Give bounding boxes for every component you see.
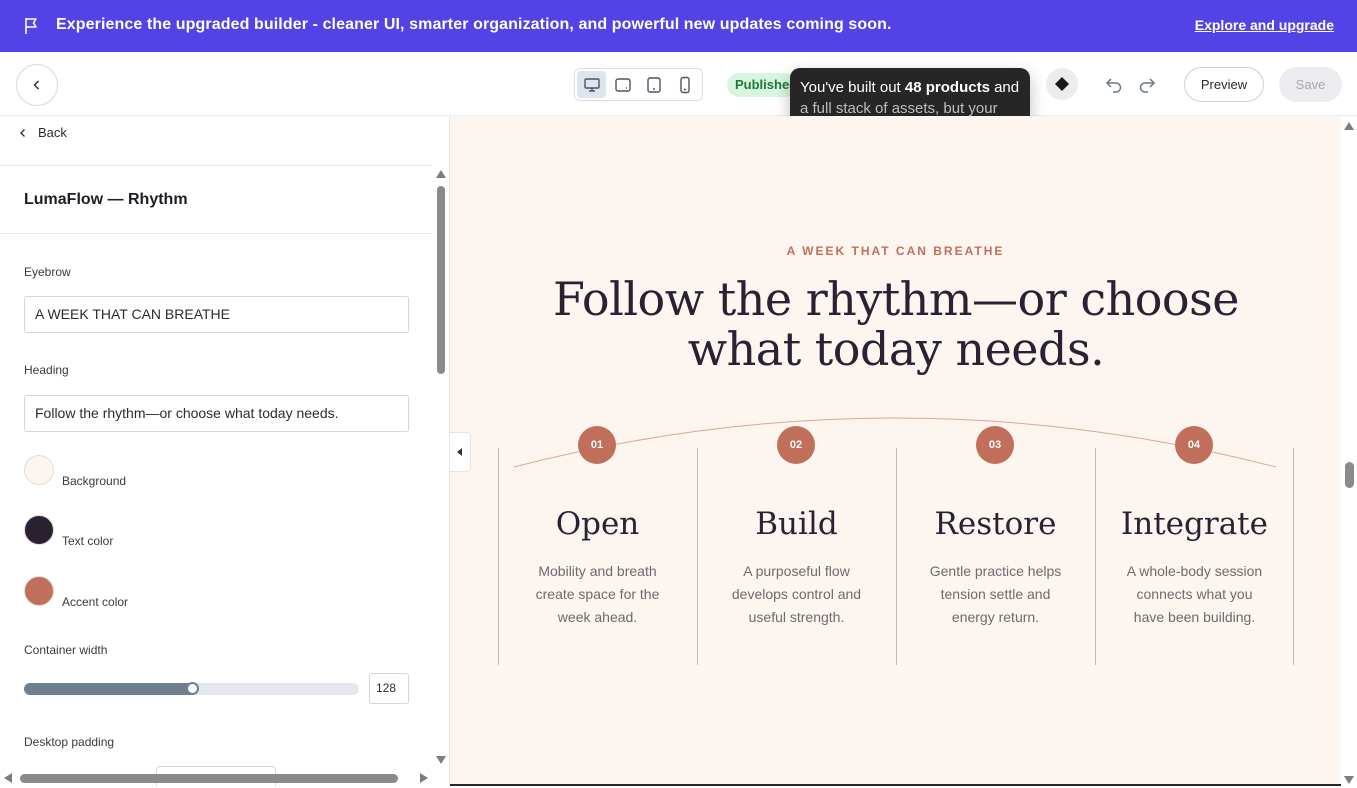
step-number-badge: 01: [578, 426, 616, 464]
status-badge: Published: [727, 73, 797, 97]
step-number-badge: 03: [976, 426, 1014, 464]
device-switcher: [574, 68, 703, 101]
scroll-right-arrow-icon[interactable]: [420, 773, 428, 783]
heading-input[interactable]: Follow the rhythm—or choose what today n…: [24, 395, 409, 432]
preview-button[interactable]: Preview: [1184, 67, 1264, 102]
step-description: Mobility and breath create space for the…: [535, 563, 660, 625]
eyebrow-label: Eyebrow: [24, 265, 71, 279]
settings-panel: Back LumaFlow — Rhythm Eyebrow A WEEK TH…: [0, 116, 450, 788]
heading-label: Heading: [24, 363, 69, 377]
panel-title: LumaFlow — Rhythm: [24, 191, 188, 208]
scroll-left-arrow-icon[interactable]: [4, 773, 12, 783]
redo-icon[interactable]: [1137, 74, 1157, 94]
divider: [1095, 448, 1096, 665]
divider: [0, 233, 432, 234]
step-number-badge: 02: [777, 426, 815, 464]
steps-row: 01 Open Mobility and breath create space…: [498, 426, 1294, 666]
mobile-icon: [680, 76, 691, 93]
tablet-portrait-icon: [647, 76, 661, 93]
desktop-icon: [583, 77, 600, 92]
heading-line-1: Follow the rhythm—or choose: [553, 272, 1239, 326]
canvas-vertical-scrollbar[interactable]: [1341, 116, 1357, 788]
diamond-icon: [1055, 77, 1069, 91]
section-eyebrow[interactable]: A WEEK THAT CAN BREATHE: [450, 244, 1341, 258]
mobile-view-button[interactable]: [671, 71, 700, 98]
divider: [0, 165, 432, 166]
accent-color-label: Accent color: [62, 595, 129, 609]
next-section-edge: [450, 784, 1341, 786]
announcement-banner: Experience the upgraded builder - cleane…: [0, 0, 1357, 52]
desktop-view-button[interactable]: [577, 71, 607, 98]
divider: [1293, 448, 1294, 665]
step-description: A purposeful flow develops control and u…: [731, 563, 862, 625]
accent-color-swatch[interactable]: [24, 576, 54, 606]
tooltip-text-suffix: and: [989, 79, 1020, 96]
explore-upgrade-link[interactable]: Explore and upgrade: [1195, 17, 1334, 33]
panel-back-label: Back: [38, 125, 67, 140]
undo-icon[interactable]: [1104, 74, 1124, 94]
tablet-landscape-icon: [615, 77, 631, 92]
step-description: A whole-body session connects what you h…: [1126, 563, 1263, 625]
desktop-padding-label: Desktop padding: [24, 735, 115, 749]
tooltip-text-prefix: You've built out: [800, 79, 905, 96]
panel-vertical-scrollbar[interactable]: [434, 170, 448, 768]
slider-fill: [24, 683, 192, 695]
background-color-swatch[interactable]: [24, 455, 54, 485]
text-color-swatch[interactable]: [24, 515, 54, 545]
editor-toolbar: Published You've built out 48 products a…: [0, 52, 1357, 125]
step-title: Integrate: [1121, 506, 1268, 542]
divider: [697, 448, 698, 665]
scroll-up-arrow-icon[interactable]: [436, 170, 446, 178]
panel-horizontal-scrollbar[interactable]: [0, 770, 434, 786]
step-card[interactable]: 04 Integrate A whole-body session connec…: [1095, 426, 1294, 666]
collapse-panel-button[interactable]: [450, 432, 471, 472]
flag-icon: [25, 18, 37, 34]
panel-back-link[interactable]: Back: [18, 125, 67, 140]
tooltip-text-bold: 48 products: [904, 79, 990, 96]
scrollbar-thumb[interactable]: [437, 186, 445, 374]
back-button[interactable]: [16, 64, 58, 106]
page-preview-canvas: A WEEK THAT CAN BREATHE Follow the rhyth…: [450, 116, 1341, 786]
caret-left-icon: [457, 448, 462, 456]
step-card[interactable]: 01 Open Mobility and breath create space…: [498, 426, 697, 666]
tablet-portrait-view-button[interactable]: [640, 71, 669, 98]
tooltip-pointer: [1029, 86, 1030, 100]
step-description: Gentle practice helps tension settle and…: [929, 563, 1062, 625]
scroll-down-arrow-icon[interactable]: [436, 756, 446, 764]
eyebrow-input[interactable]: A WEEK THAT CAN BREATHE: [24, 296, 409, 333]
container-width-label: Container width: [24, 643, 108, 657]
step-number-badge: 04: [1175, 426, 1213, 464]
chevron-left-icon: [33, 80, 40, 90]
scroll-up-arrow-icon[interactable]: [1344, 122, 1354, 130]
divider: [498, 448, 499, 665]
banner-message: Experience the upgraded builder - cleane…: [56, 16, 892, 33]
step-title: Restore: [934, 506, 1057, 542]
scrollbar-thumb[interactable]: [1345, 462, 1354, 488]
background-color-label: Background: [62, 474, 127, 488]
container-width-input[interactable]: 128: [369, 673, 409, 704]
scrollbar-thumb[interactable]: [20, 774, 398, 783]
section-heading[interactable]: Follow the rhythm—or choose what today n…: [546, 274, 1246, 374]
scroll-down-arrow-icon[interactable]: [1344, 776, 1354, 784]
step-card[interactable]: 02 Build A purposeful flow develops cont…: [697, 426, 896, 666]
text-color-label: Text color: [62, 534, 114, 548]
heading-line-2: what today needs.: [687, 322, 1105, 376]
slider-handle[interactable]: [185, 682, 199, 695]
chevron-left-icon: [20, 128, 25, 137]
step-title: Open: [555, 506, 640, 542]
save-button[interactable]: Save: [1279, 67, 1342, 102]
tablet-landscape-view-button[interactable]: [608, 71, 637, 98]
step-title: Build: [755, 506, 838, 542]
step-card[interactable]: 03 Restore Gentle practice helps tension…: [896, 426, 1095, 666]
ai-assistant-button[interactable]: [1046, 68, 1078, 100]
divider: [896, 448, 897, 665]
